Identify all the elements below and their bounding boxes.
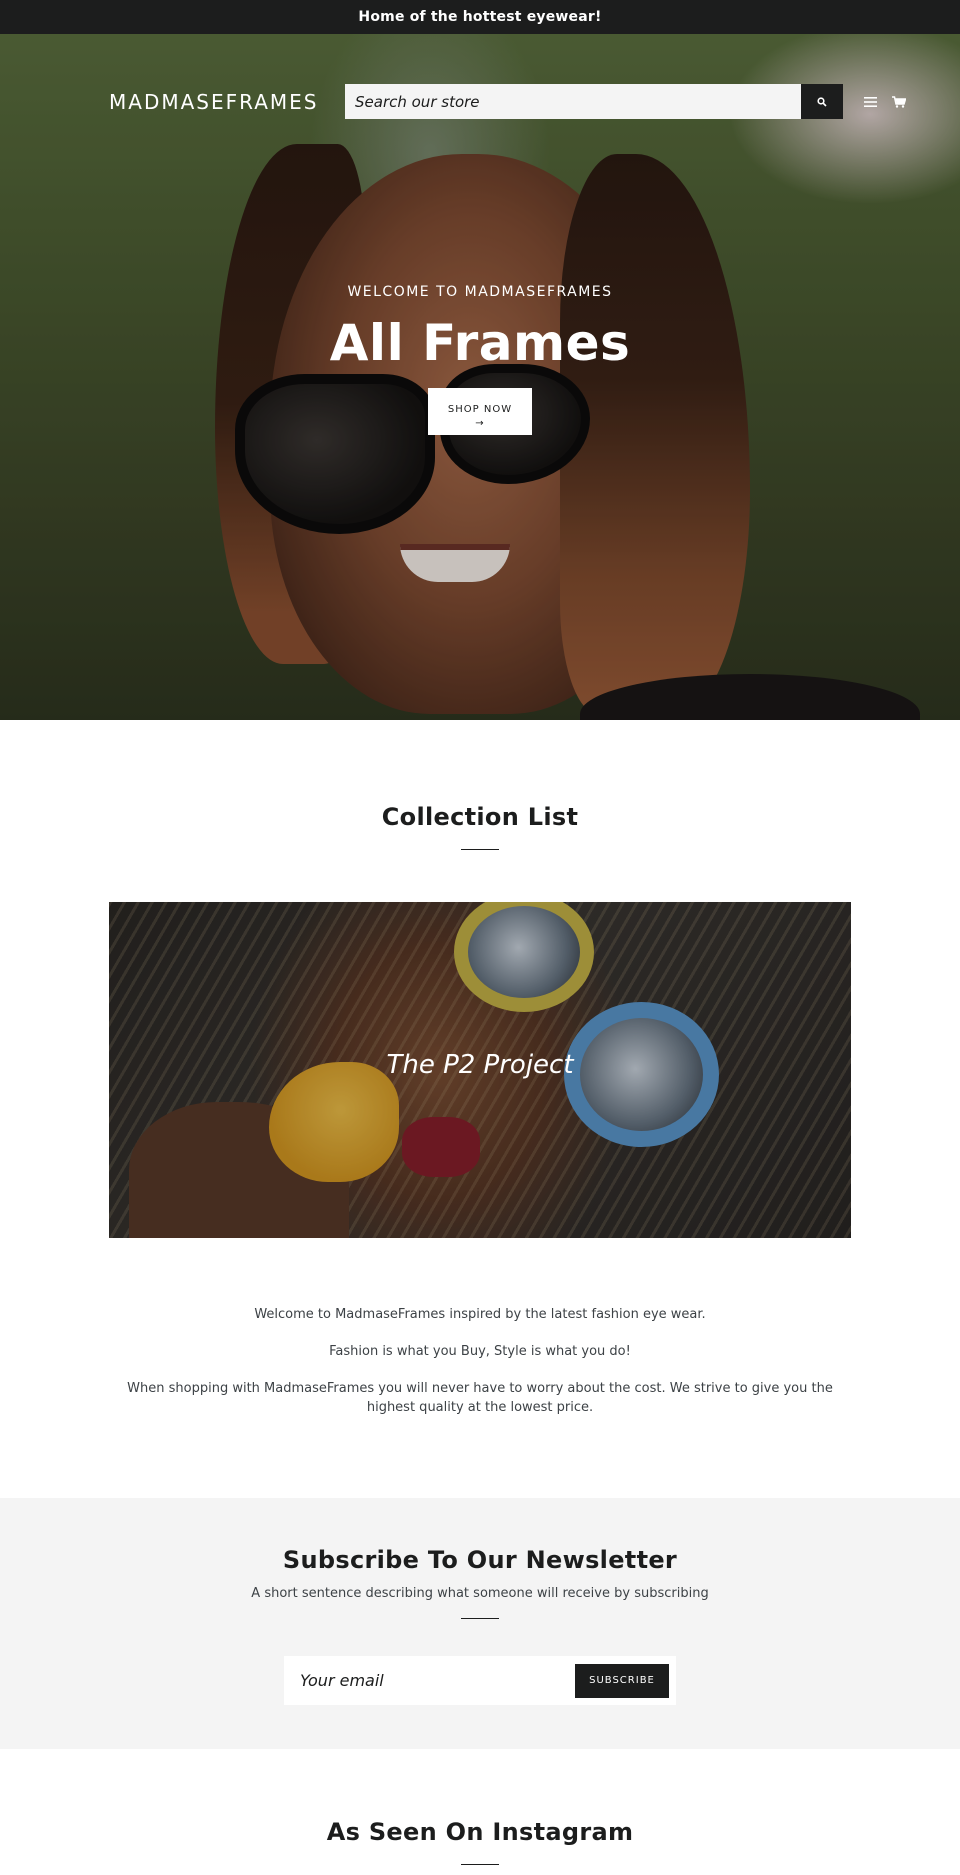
intro-paragraph: Welcome to MadmaseFrames inspired by the… [254, 1307, 706, 1322]
hero-title: All Frames [329, 314, 631, 372]
search-icon [817, 96, 827, 107]
instagram-section: As Seen On Instagram [0, 1818, 960, 1865]
cart-icon [892, 96, 906, 108]
instagram-heading: As Seen On Instagram [326, 1818, 634, 1846]
shop-now-button[interactable]: SHOP NOW → [428, 388, 532, 435]
newsletter-subtext: A short sentence describing what someone… [251, 1586, 709, 1601]
search-button[interactable] [801, 84, 843, 119]
search-input[interactable] [345, 84, 801, 119]
newsletter-form: SUBSCRIBE [284, 1656, 676, 1705]
heading-divider [461, 849, 499, 850]
arrow-right-icon: → [475, 417, 485, 429]
intro-paragraph: When shopping with MadmaseFrames you wil… [127, 1381, 833, 1415]
newsletter-section: Subscribe To Our Newsletter A short sent… [0, 1498, 960, 1749]
collection-heading: Collection List [381, 803, 579, 831]
hero-kicker: WELCOME TO MADMASEFRAMES [347, 284, 613, 300]
shop-now-label: SHOP NOW [447, 403, 513, 415]
hamburger-menu-icon [863, 97, 877, 107]
intro-paragraph: Fashion is what you Buy, Style is what y… [329, 1344, 631, 1359]
announcement-text: Home of the hottest eyewear! [358, 9, 602, 25]
subscribe-button[interactable]: SUBSCRIBE [575, 1663, 669, 1698]
newsletter-divider [461, 1618, 499, 1619]
collection-title: The P2 Project [386, 1050, 574, 1080]
search-form [345, 84, 843, 119]
email-field[interactable] [300, 1671, 575, 1690]
intro-text-block: Welcome to MadmaseFrames inspired by the… [109, 1305, 851, 1435]
menu-button[interactable] [860, 92, 880, 112]
announcement-bar: Home of the hottest eyewear! [0, 0, 960, 34]
collection-list-section: Collection List The P2 Project [0, 719, 960, 1238]
instagram-divider [461, 1864, 499, 1865]
hero-text-block: WELCOME TO MADMASEFRAMES All Frames SHOP… [0, 284, 960, 435]
hero-slideshow: MADMASEFRAMES Search our store WELCOME T… [0, 34, 960, 720]
site-header: MADMASEFRAMES [0, 34, 960, 134]
collection-card-p2-project[interactable]: The P2 Project [109, 902, 851, 1238]
site-logo[interactable]: MADMASEFRAMES [109, 90, 318, 114]
cart-button[interactable] [888, 91, 910, 113]
newsletter-heading: Subscribe To Our Newsletter [282, 1546, 678, 1574]
